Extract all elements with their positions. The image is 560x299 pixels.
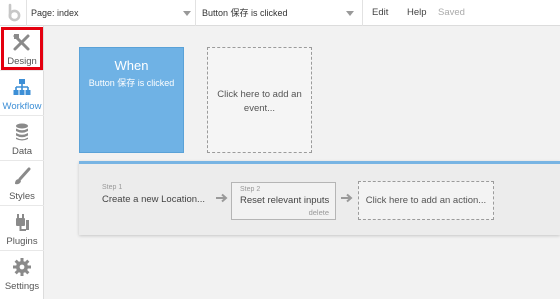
add-event-text-line1: Click here to add an <box>217 89 302 100</box>
workflow-icon <box>13 79 31 95</box>
plug-icon <box>16 214 29 231</box>
sidebar-item-label: Plugins <box>6 236 38 247</box>
step-description: Reset relevant inputs <box>240 195 330 206</box>
sidebar-item-plugins[interactable]: Plugins <box>0 206 44 251</box>
sidebar-item-settings[interactable]: Settings <box>0 251 44 296</box>
sidebar-item-design[interactable]: Design <box>0 26 44 71</box>
arrow-right-icon <box>216 193 228 203</box>
sidebar-item-data[interactable]: Data <box>0 116 44 161</box>
top-bar: Page: index Button 保存 is clicked Edit He… <box>0 0 560 26</box>
page-chevron-down-icon[interactable] <box>183 11 191 16</box>
edit-menu[interactable]: Edit <box>372 0 388 26</box>
page-selector-label: Page: index <box>31 8 79 18</box>
step-card-1[interactable]: Step 1 Create a new Location... <box>102 184 220 214</box>
design-highlight-box <box>1 27 43 70</box>
step-card-2[interactable]: Step 2 Reset relevant inputs delete <box>231 182 336 220</box>
sidebar-item-styles[interactable]: Styles <box>0 161 44 206</box>
event-card-title: When <box>114 58 149 73</box>
topbar-divider <box>26 0 27 26</box>
left-sidebar: Design Workflow Data Styles Plugins Sett… <box>0 26 44 299</box>
event-chevron-down-icon[interactable] <box>346 11 354 16</box>
sidebar-item-label: Workflow <box>2 101 42 112</box>
brush-icon <box>15 167 31 185</box>
sidebar-item-label: Data <box>11 146 33 157</box>
sidebar-item-label: Settings <box>4 281 40 292</box>
saved-status: Saved <box>438 7 465 18</box>
topbar-divider <box>362 0 363 26</box>
delete-step-link[interactable]: delete <box>309 208 329 217</box>
add-action-placeholder[interactable]: Click here to add an action... <box>358 181 494 220</box>
arrow-right-icon <box>341 193 353 203</box>
add-event-text-line2: event... <box>243 103 276 114</box>
step-number: Step 2 <box>240 186 261 193</box>
add-event-placeholder[interactable]: Click here to add an event... <box>207 47 312 153</box>
step-description: Create a new Location... <box>102 194 205 205</box>
topbar-divider <box>195 0 196 26</box>
database-icon <box>16 123 28 141</box>
sidebar-item-workflow[interactable]: Workflow <box>0 71 44 116</box>
event-selector-label: Button 保存 is clicked <box>202 8 288 18</box>
page-selector[interactable]: Page: index <box>30 0 193 26</box>
bubble-logo-icon[interactable] <box>4 3 24 23</box>
event-selector[interactable]: Button 保存 is clicked <box>202 0 362 26</box>
event-card[interactable]: When Button 保存 is clicked <box>79 47 184 153</box>
event-card-subtitle: Button 保存 is clicked <box>88 78 175 88</box>
help-menu[interactable]: Help <box>407 0 427 26</box>
sidebar-item-label: Styles <box>9 191 35 202</box>
gear-icon <box>13 258 31 276</box>
step-number: Step 1 <box>102 184 123 191</box>
